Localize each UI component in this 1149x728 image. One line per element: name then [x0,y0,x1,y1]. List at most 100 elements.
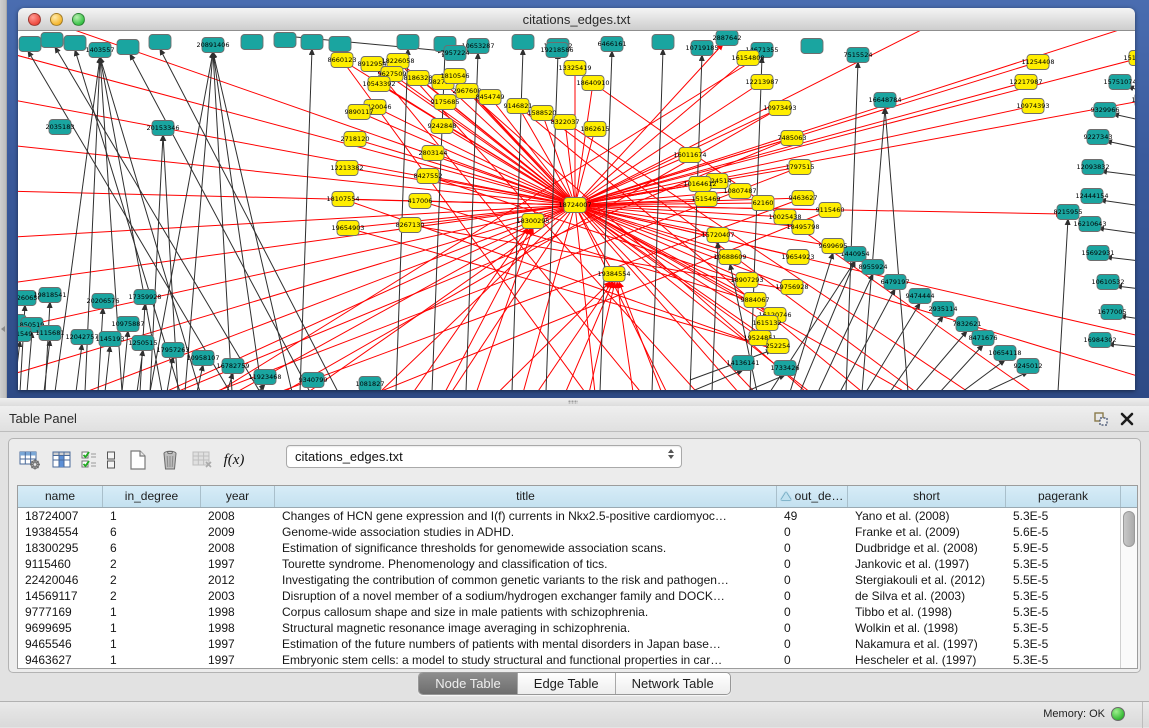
network-window-titlebar[interactable]: citations_edges.txt [18,8,1135,31]
split-view-icon[interactable] [103,448,119,472]
graph-node[interactable]: 19654923 [781,250,814,265]
table-row[interactable]: 946362711997Embryonic stem cells: a mode… [18,652,1120,668]
graph-node[interactable]: 391549 [18,327,32,342]
graph-node[interactable]: 9115460 [816,203,845,218]
delete-column-icon[interactable] [157,448,183,472]
graph-node[interactable]: 2887642 [713,31,742,46]
graph-node[interactable] [274,33,296,48]
graph-node[interactable] [801,39,823,54]
table-row[interactable]: 2242004622012Investigating the contribut… [18,572,1120,588]
graph-node[interactable]: 9175685 [431,95,460,110]
graph-node[interactable]: 8955924 [859,260,888,275]
graph-node[interactable]: 6479197 [881,275,910,290]
graph-node[interactable]: 16984302 [1083,333,1116,348]
select-rows-icon[interactable] [81,448,97,472]
graph-node[interactable]: 12213382 [330,161,363,176]
graph-node[interactable] [149,35,171,50]
memory-status-indicator[interactable] [1111,707,1125,721]
graph-node[interactable]: 2718120 [341,132,370,147]
column-visibility-icon[interactable] [49,448,75,472]
tab-network-table[interactable]: Network Table [616,673,730,694]
graph-node[interactable]: 8471676 [969,331,998,346]
graph-node[interactable]: 19384554 [597,267,630,282]
column-header-name[interactable]: name [18,486,103,507]
graph-node[interactable]: 9474444 [906,289,935,304]
graph-node[interactable] [652,35,674,50]
graph-node[interactable]: 8454749 [476,90,505,105]
graph-node[interactable]: 20153346 [146,121,179,136]
graph-node[interactable]: 11254408 [1021,55,1054,70]
graph-node[interactable] [41,33,63,48]
graph-node[interactable]: 1145193 [96,332,125,347]
graph-node[interactable]: 7832621 [953,317,982,332]
splitter-collapse-arrow-icon[interactable] [1,326,5,332]
graph-node[interactable]: 1733426 [771,361,800,376]
close-window-button[interactable] [28,13,41,26]
graph-node[interactable]: 7515524 [844,48,873,63]
graph-node[interactable]: 7485063 [778,131,807,146]
scrollbar-thumb[interactable] [1123,511,1135,547]
float-panel-icon[interactable] [1093,411,1109,427]
graph-node[interactable]: 1810546 [441,69,470,84]
table-row[interactable]: 946554611997Estimation of the future num… [18,636,1120,652]
graph-node[interactable]: 15692931 [1081,246,1114,261]
table-row[interactable]: 1938455462009Genome-wide association stu… [18,524,1120,540]
new-column-icon[interactable] [125,448,151,472]
network-canvas-container[interactable]: 1403557208914061065328715276026466161107… [18,31,1135,390]
graph-node[interactable]: 2935114 [929,302,958,317]
graph-node[interactable]: 8427552 [414,169,443,184]
graph-node[interactable]: 12217987 [1009,75,1042,90]
graph-node[interactable]: 1862615 [581,122,610,137]
graph-node[interactable] [329,37,351,52]
graph-node[interactable] [64,36,86,51]
graph-node[interactable]: 8660123 [328,53,357,68]
graph-node[interactable]: 12042757 [65,330,98,345]
graph-node[interactable]: 417006 [408,194,433,209]
graph-node[interactable]: 12444154 [1075,189,1108,204]
table-row[interactable]: 969969511998Structural magnetic resonanc… [18,620,1120,636]
close-panel-icon[interactable] [1119,411,1135,427]
splitter-handle[interactable] [568,400,578,404]
graph-node[interactable]: 1913476 [1132,93,1135,108]
graph-node[interactable]: 10974393 [1016,99,1049,114]
graph-node[interactable]: 10975887 [111,317,144,332]
column-header-title[interactable]: title [275,486,777,507]
graph-node[interactable]: 1403557 [86,43,115,58]
graph-node[interactable]: 9884067 [741,293,770,308]
graph-node[interactable]: 15122543 [1123,51,1135,66]
graph-node[interactable] [241,35,263,50]
column-header-in_degree[interactable]: in_degree [103,486,201,507]
column-header-year[interactable]: year [201,486,275,507]
graph-node[interactable]: 9329966 [1091,103,1120,118]
graph-node[interactable]: 9245012 [1014,359,1043,374]
table-selector-dropdown[interactable]: citations_edges.txt [286,445,682,468]
graph-node[interactable]: 1615132 [753,316,782,331]
graph-node[interactable]: 12213987 [745,75,778,90]
graph-node[interactable]: 9242848 [428,119,457,134]
graph-node[interactable]: 8267130 [396,218,425,233]
graph-node[interactable]: 17957263 [156,343,189,358]
graph-node[interactable]: 62160 [752,196,774,211]
graph-node[interactable]: 1250515 [129,336,158,351]
graph-node[interactable] [512,35,534,50]
table-row[interactable]: 1830029562008Estimation of significance … [18,540,1120,556]
network-canvas[interactable]: 1403557208914061065328715276026466161107… [18,31,1135,390]
table-row[interactable]: 1456911722003Disruption of a novel membe… [18,588,1120,604]
graph-node[interactable]: 7957224 [441,46,470,61]
graph-node[interactable] [19,37,41,52]
graph-node[interactable]: 1081827 [356,377,385,391]
graph-node[interactable]: 2035183 [46,120,75,135]
minimize-window-button[interactable] [50,13,63,26]
graph-node[interactable]: 252254 [766,339,791,354]
graph-node[interactable]: 10654118 [988,346,1021,361]
table-row[interactable]: 1872400712008Changes of HCN gene express… [18,508,1120,524]
graph-node[interactable]: 20891406 [196,38,229,53]
graph-node[interactable]: 15751074 [1103,75,1135,90]
vertical-scrollbar[interactable] [1120,508,1137,668]
graph-node[interactable]: 6466161 [598,37,627,52]
table-row[interactable]: 911546021997Tourette syndrome. Phenomeno… [18,556,1120,572]
control-panel-splitter[interactable] [0,0,7,398]
table-row[interactable]: 977716911998Corpus callosum shape and si… [18,604,1120,620]
graph-node[interactable]: 1677005 [1098,305,1127,320]
graph-node[interactable]: 18107554 [326,192,359,207]
